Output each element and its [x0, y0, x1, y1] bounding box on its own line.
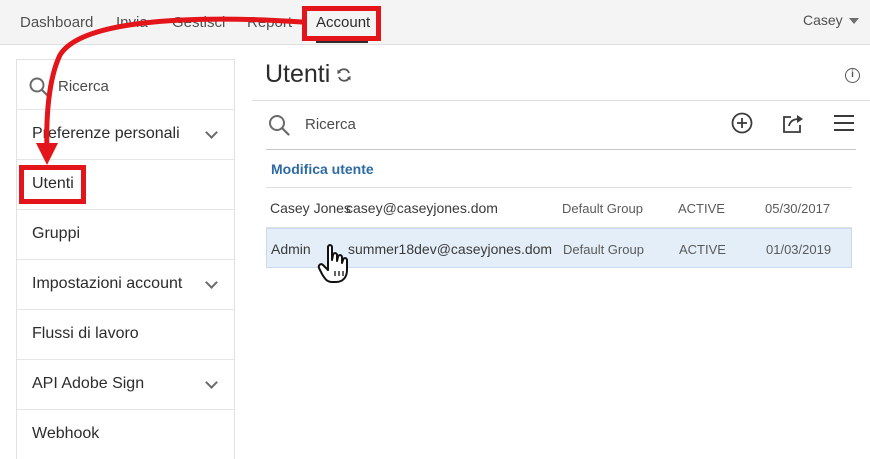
user-date-cell: 05/30/2017: [765, 201, 831, 216]
sidebar-item-label: API Adobe Sign: [32, 375, 145, 392]
sidebar-item-impostazioni-account[interactable]: Impostazioni account: [17, 260, 234, 310]
sidebar-item-gruppi[interactable]: Gruppi: [17, 210, 234, 260]
chevron-down-icon: [205, 126, 218, 139]
user-name: Casey: [803, 12, 843, 28]
search-icon: [29, 77, 49, 97]
user-status-cell: ACTIVE: [679, 242, 726, 257]
edit-user-link[interactable]: Modifica utente: [271, 161, 374, 177]
page-title: Utenti: [265, 60, 331, 88]
user-group-cell: Default Group: [563, 242, 644, 257]
info-icon[interactable]: i: [845, 68, 860, 83]
user-email-cell: casey@caseyjones.dom: [346, 200, 498, 216]
add-circle-icon[interactable]: [731, 112, 753, 134]
sidebar: Ricerca Preferenze personali Utenti Grup…: [16, 59, 235, 459]
user-name-cell: Admin: [271, 241, 311, 257]
sidebar-item-flussi-di-lavoro[interactable]: Flussi di lavoro: [17, 310, 234, 360]
sidebar-item-label: Impostazioni account: [32, 275, 183, 292]
user-name-cell: Casey Jones: [270, 200, 351, 216]
share-icon[interactable]: [782, 112, 804, 134]
user-group-cell: Default Group: [562, 201, 643, 216]
sidebar-item-webhook[interactable]: Webhook: [17, 410, 234, 459]
sidebar-item-label: Flussi di lavoro: [32, 325, 139, 342]
user-menu[interactable]: Casey: [803, 12, 859, 28]
chevron-down-icon: [205, 376, 218, 389]
utenti-highlight-box: [19, 165, 86, 204]
divider: [266, 149, 856, 150]
hamburger-menu-icon[interactable]: [833, 112, 855, 134]
chevron-down-icon: [205, 276, 218, 289]
user-email-cell: summer18dev@caseyjones.dom: [348, 241, 553, 257]
sidebar-search-placeholder: Ricerca: [58, 78, 109, 95]
top-navigation: Dashboard Invia Gestisci Report Account …: [0, 0, 870, 45]
hand-pointer-icon: [317, 244, 348, 283]
nav-gestisci[interactable]: Gestisci: [172, 14, 225, 31]
sidebar-item-preferenze-personali[interactable]: Preferenze personali: [17, 110, 234, 160]
sidebar-item-label: Preferenze personali: [32, 125, 180, 142]
user-search-input[interactable]: Ricerca: [305, 116, 356, 133]
account-highlight-box: [302, 6, 381, 41]
nav-dashboard[interactable]: Dashboard: [20, 14, 93, 31]
table-row[interactable]: Casey Jones casey@caseyjones.dom Default…: [266, 188, 852, 228]
nav-invia[interactable]: Invia: [116, 14, 148, 31]
sidebar-item-label: Gruppi: [32, 225, 81, 242]
caret-down-icon: [848, 18, 859, 24]
sidebar-item-api-adobe-sign[interactable]: API Adobe Sign: [17, 360, 234, 410]
user-date-cell: 01/03/2019: [766, 242, 832, 257]
user-status-cell: ACTIVE: [678, 201, 725, 216]
refresh-icon[interactable]: [336, 67, 352, 83]
sidebar-item-label: Webhook: [32, 425, 100, 442]
sidebar-search[interactable]: Ricerca: [17, 60, 234, 110]
search-icon: [269, 115, 290, 136]
divider: [252, 100, 870, 101]
table-row[interactable]: Admin summer18dev@caseyjones.dom Default…: [266, 228, 852, 268]
nav-report[interactable]: Report: [247, 14, 292, 31]
